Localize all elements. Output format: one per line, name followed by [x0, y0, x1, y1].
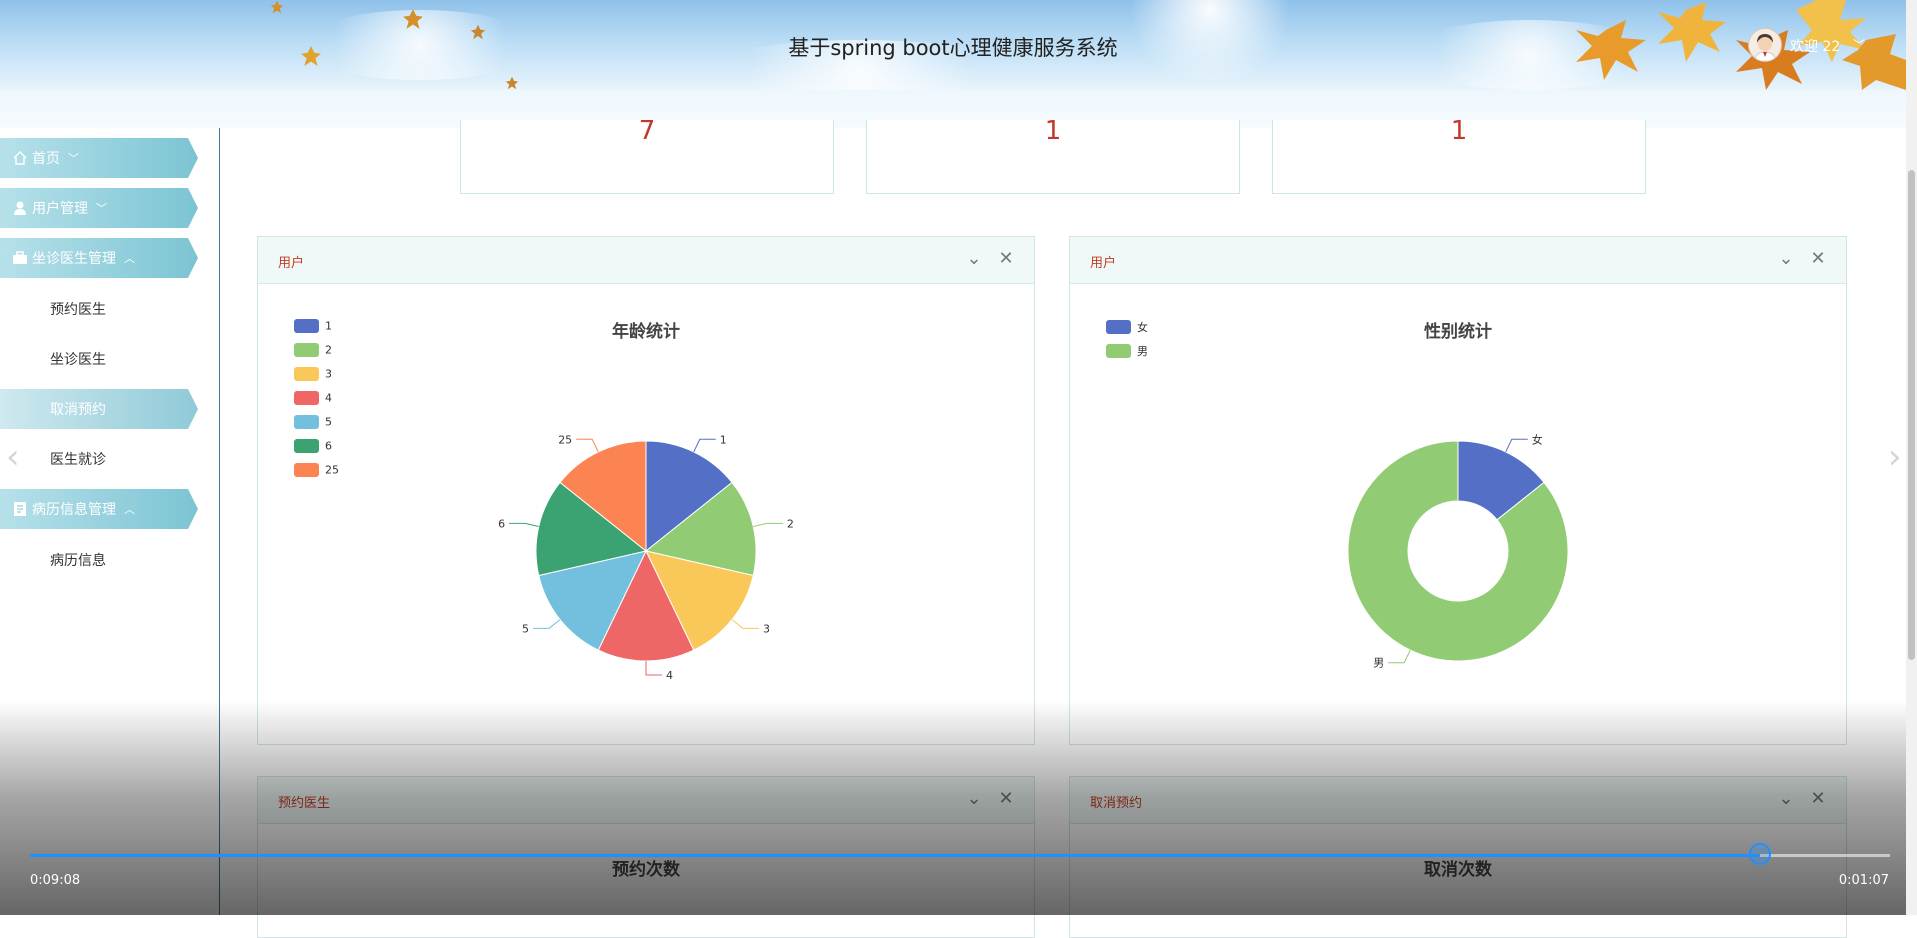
- next-arrow-icon[interactable]: ›: [1888, 440, 1902, 474]
- user-avatar-icon: [1749, 29, 1781, 61]
- panel-title: 用户: [278, 256, 305, 271]
- user-icon: [14, 201, 26, 215]
- slice-label: 女: [1532, 432, 1543, 446]
- sidebar-group-home[interactable]: 首页 ﹀: [0, 138, 198, 178]
- sidebar-group-label: 用户管理: [32, 201, 88, 217]
- chevron-down-icon: ﹀: [68, 152, 79, 165]
- sidebar-group-label: 首页: [32, 151, 60, 167]
- slice-label: 3: [763, 622, 770, 635]
- sidebar-item-doctor-visit[interactable]: 医生就诊: [50, 449, 106, 469]
- collapse-icon[interactable]: ⌄: [964, 249, 984, 269]
- slice-label: 2: [787, 517, 794, 530]
- age-pie-chart: 1 2 3 4 5 6 25: [498, 433, 794, 682]
- sidebar-item-on-duty-doctor[interactable]: 坐诊医生: [50, 349, 106, 369]
- leaf-icon: [403, 9, 423, 29]
- slice-leader-line: [1388, 649, 1411, 664]
- panel-header: 用户 ⌄ ✕: [258, 237, 1034, 284]
- sidebar-group-records[interactable]: 病历信息管理 ︿: [0, 489, 198, 529]
- appointment-chart-panel: 预约医生 ⌄ ✕ 预约次数: [257, 776, 1035, 938]
- sidebar-item-medical-records[interactable]: 病历信息: [50, 550, 106, 570]
- stat-card: 1: [866, 116, 1240, 194]
- close-icon[interactable]: ✕: [996, 249, 1016, 269]
- stat-value: 1: [1450, 116, 1468, 146]
- gender-donut-chart: 女男: [1347, 432, 1569, 670]
- avatar[interactable]: [1748, 28, 1782, 62]
- briefcase-icon: [13, 251, 27, 264]
- document-icon: [14, 502, 26, 516]
- panel-header: 用户 ⌄ ✕: [1070, 237, 1846, 284]
- panel-header: 预约医生 ⌄ ✕: [258, 777, 1034, 824]
- panel-header: 取消预约 ⌄ ✕: [1070, 777, 1846, 824]
- close-icon[interactable]: ✕: [996, 789, 1016, 809]
- leaf-icon: [270, 0, 284, 14]
- sidebar-group-users[interactable]: 用户管理 ﹀: [0, 188, 198, 228]
- app-title: 基于spring boot心理健康服务系统: [788, 36, 1118, 60]
- panel-title: 取消预约: [1090, 796, 1143, 811]
- video-progress-bar[interactable]: [30, 843, 1890, 865]
- slice-leader-line: [509, 522, 539, 528]
- stat-card: 1: [1272, 116, 1646, 194]
- sidebar-item-cancel-appointment[interactable]: 取消预约: [0, 389, 198, 429]
- sidebar-item-label: 取消预约: [50, 402, 106, 418]
- stat-value: 1: [1044, 116, 1062, 146]
- page-scrollbar[interactable]: [1906, 0, 1917, 915]
- welcome-text[interactable]: 欢迎 22: [1790, 36, 1840, 56]
- chevron-down-icon[interactable]: ﹀: [1853, 36, 1865, 53]
- sidebar-group-doctors[interactable]: 坐诊医生管理 ︿: [0, 238, 198, 278]
- video-progress-fill: [30, 854, 1760, 857]
- stat-card: 7: [460, 116, 834, 194]
- cancel-chart-panel: 取消预约 ⌄ ✕ 取消次数: [1069, 776, 1847, 938]
- collapse-icon[interactable]: ⌄: [1776, 249, 1796, 269]
- slice-label: 5: [522, 622, 529, 635]
- collapse-icon[interactable]: ⌄: [964, 789, 984, 809]
- chevron-up-icon: ︿: [124, 503, 135, 516]
- slice-label: 男: [1373, 657, 1384, 670]
- slice-leader-line: [693, 438, 716, 453]
- collapse-icon[interactable]: ⌄: [1776, 789, 1796, 809]
- sidebar-group-label: 坐诊医生管理: [32, 251, 116, 267]
- gender-chart-panel: 用户 ⌄ ✕ 性别统计 女男 女男: [1069, 236, 1847, 745]
- panel-title: 预约医生: [278, 796, 331, 811]
- remaining-time: 0:01:07: [1838, 873, 1889, 888]
- sidebar-item-appointment[interactable]: 预约医生: [50, 299, 106, 319]
- close-icon[interactable]: ✕: [1808, 789, 1828, 809]
- leaf-icon: [505, 76, 519, 90]
- slice-label: 4: [666, 669, 673, 682]
- slice-label: 6: [498, 517, 505, 530]
- slice-leader-line: [645, 661, 662, 676]
- chevron-down-icon: ﹀: [96, 202, 107, 215]
- elapsed-time: 0:09:08: [30, 873, 81, 888]
- sidebar-group-label: 病历信息管理: [32, 502, 116, 518]
- age-chart-panel: 用户 ⌄ ✕ 年龄统计 1 2 3 4 5 6 25 1 2 3 4 5 6 25: [257, 236, 1035, 745]
- close-icon[interactable]: ✕: [1808, 249, 1828, 269]
- slice-leader-line: [731, 619, 759, 629]
- chart-title: 预约次数: [612, 860, 680, 880]
- chevron-up-icon: ︿: [124, 252, 135, 265]
- prev-arrow-icon[interactable]: ‹: [6, 440, 20, 474]
- slice-leader-line: [1505, 438, 1528, 453]
- slice-label: 25: [558, 433, 572, 446]
- home-icon: [13, 150, 27, 165]
- slice-leader-line: [576, 438, 599, 453]
- video-progress-knob[interactable]: [1748, 843, 1771, 865]
- stat-value: 7: [638, 116, 656, 146]
- header-banner: 基于spring boot心理健康服务系统 欢迎 22 ﹀: [0, 0, 1906, 90]
- scrollbar-thumb[interactable]: [1908, 170, 1915, 660]
- sidebar: 首页 ﹀ 用户管理 ﹀ 坐诊医生管理 ︿ 预约医生 坐诊医生 取消预约 医生就诊…: [0, 128, 220, 915]
- slice-leader-line: [533, 619, 561, 629]
- slice-label: 1: [720, 433, 727, 446]
- panel-title: 用户: [1090, 256, 1117, 271]
- chart-title: 取消次数: [1424, 860, 1492, 880]
- slice-leader-line: [753, 522, 783, 528]
